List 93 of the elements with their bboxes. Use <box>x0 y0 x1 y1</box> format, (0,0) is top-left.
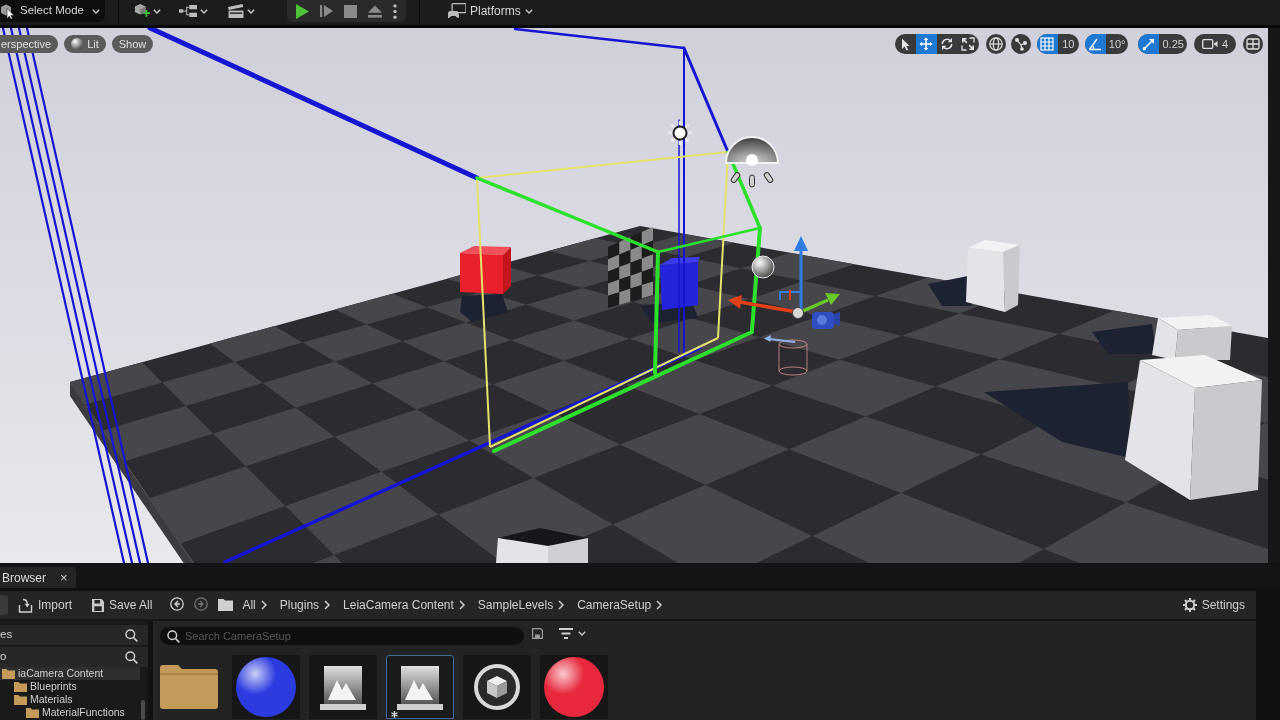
caret-icon <box>153 8 161 14</box>
asset-tile[interactable] <box>386 655 454 719</box>
folder-tree-item[interactable]: Materials <box>0 693 148 706</box>
folder-icon <box>26 707 39 718</box>
camera-model <box>812 312 840 329</box>
dome-light-icon <box>725 136 779 188</box>
breadcrumb-link[interactable]: LeiaCamera Content <box>338 596 459 614</box>
chevron-icon <box>656 600 663 610</box>
gamepad-icon <box>448 3 466 19</box>
cube-shape <box>660 257 700 310</box>
transform-tool-button[interactable] <box>915 34 937 54</box>
box-shape <box>966 240 1020 312</box>
clapper-icon <box>228 4 244 18</box>
stop-icon <box>344 4 357 18</box>
breadcrumb-link[interactable]: Plugins <box>274 596 325 614</box>
snap-value-button[interactable]: 10 <box>1057 34 1079 54</box>
sphere-icon <box>751 255 775 279</box>
folder-icon <box>14 694 27 705</box>
search-field[interactable]: Search CameraSetup <box>160 627 524 645</box>
asset-tile[interactable] <box>309 655 377 719</box>
sun-icon <box>668 121 692 145</box>
chevron-icon <box>458 600 465 610</box>
close-button[interactable]: × <box>60 571 68 584</box>
browser-tab[interactable]: Browser × <box>0 567 76 588</box>
snap-value-button[interactable]: 10° <box>1105 34 1129 54</box>
scale-icon <box>961 37 976 51</box>
globe-icon <box>988 37 1003 51</box>
view-option-button[interactable]: Show <box>111 35 154 53</box>
select-mode-button[interactable]: Select Mode <box>0 0 105 22</box>
snap-value-button[interactable]: 0.25 <box>1159 34 1187 54</box>
caret-icon <box>578 630 586 636</box>
view-option-button[interactable]: Lit <box>64 35 106 53</box>
caret-icon <box>91 8 100 14</box>
breadcrumb-link[interactable]: SampleLevels <box>472 596 559 614</box>
move-icon <box>919 37 934 51</box>
view-option-button[interactable]: erspective <box>0 35 59 53</box>
eject-icon <box>368 4 382 18</box>
folder-tree-item[interactable]: Blueprints <box>0 680 148 693</box>
nodes-icon <box>1013 37 1028 51</box>
search-icon[interactable] <box>125 650 138 664</box>
gear-icon <box>1182 598 1197 612</box>
chevron-icon <box>324 600 331 610</box>
shadow-shape <box>1092 324 1156 354</box>
cursor-icon <box>0 3 16 19</box>
angle-icon <box>1088 37 1103 51</box>
grid-icon <box>1040 37 1055 51</box>
cube-plus-icon <box>134 3 150 19</box>
chevron-icon <box>260 600 267 610</box>
caret-icon <box>200 8 208 14</box>
breadcrumb-link[interactable]: CameraSetup <box>572 596 657 614</box>
breadcrumb-link[interactable]: All <box>237 596 261 614</box>
cube-shape <box>460 246 511 294</box>
arrow-icon <box>764 335 796 343</box>
shadow-shape <box>928 276 972 306</box>
filter-icon <box>559 627 573 639</box>
folder-tree-item[interactable]: iaCamera Content <box>0 667 140 680</box>
diagonal-arrow-icon <box>1141 37 1156 51</box>
section-title: o <box>0 649 7 665</box>
layout-icon <box>1246 37 1260 51</box>
folder-icon[interactable] <box>160 665 218 709</box>
sphere-icon <box>71 38 84 50</box>
save-search-button[interactable] <box>532 627 543 639</box>
cylinder-wireframe <box>778 339 808 376</box>
save-icon <box>92 598 104 612</box>
platforms-button[interactable]: Platforms <box>446 0 535 22</box>
folder-tree-item[interactable]: MaterialFunctions <box>0 706 148 719</box>
camera-icon <box>1201 38 1218 50</box>
settings-button[interactable]: Settings <box>1180 594 1247 616</box>
asset-tile[interactable] <box>463 655 531 719</box>
play-icon <box>296 3 309 19</box>
kebab-icon <box>393 3 397 19</box>
save-button[interactable]: Save All <box>90 594 155 616</box>
folder-icon <box>218 599 234 611</box>
chevron-icon <box>558 600 565 610</box>
nodes-icon <box>179 5 197 17</box>
scrollbar-thumb[interactable] <box>141 700 145 720</box>
search-icon[interactable] <box>125 628 138 642</box>
import-button[interactable]: Import <box>16 594 74 616</box>
image-icon <box>397 664 443 710</box>
rotate-icon <box>940 37 955 51</box>
search-icon[interactable] <box>167 629 180 643</box>
caret-icon <box>524 8 533 14</box>
import-icon <box>18 597 33 613</box>
shadow-shape <box>460 294 508 322</box>
cube-icon <box>474 664 520 710</box>
back-button[interactable] <box>170 597 187 613</box>
step-icon <box>320 4 333 18</box>
save-icon <box>532 627 543 639</box>
image-icon <box>320 664 366 710</box>
snap-toggle-button[interactable] <box>1138 34 1160 54</box>
section-title: es <box>0 627 13 643</box>
filter-button[interactable] <box>559 627 586 639</box>
caret-icon <box>247 8 255 14</box>
